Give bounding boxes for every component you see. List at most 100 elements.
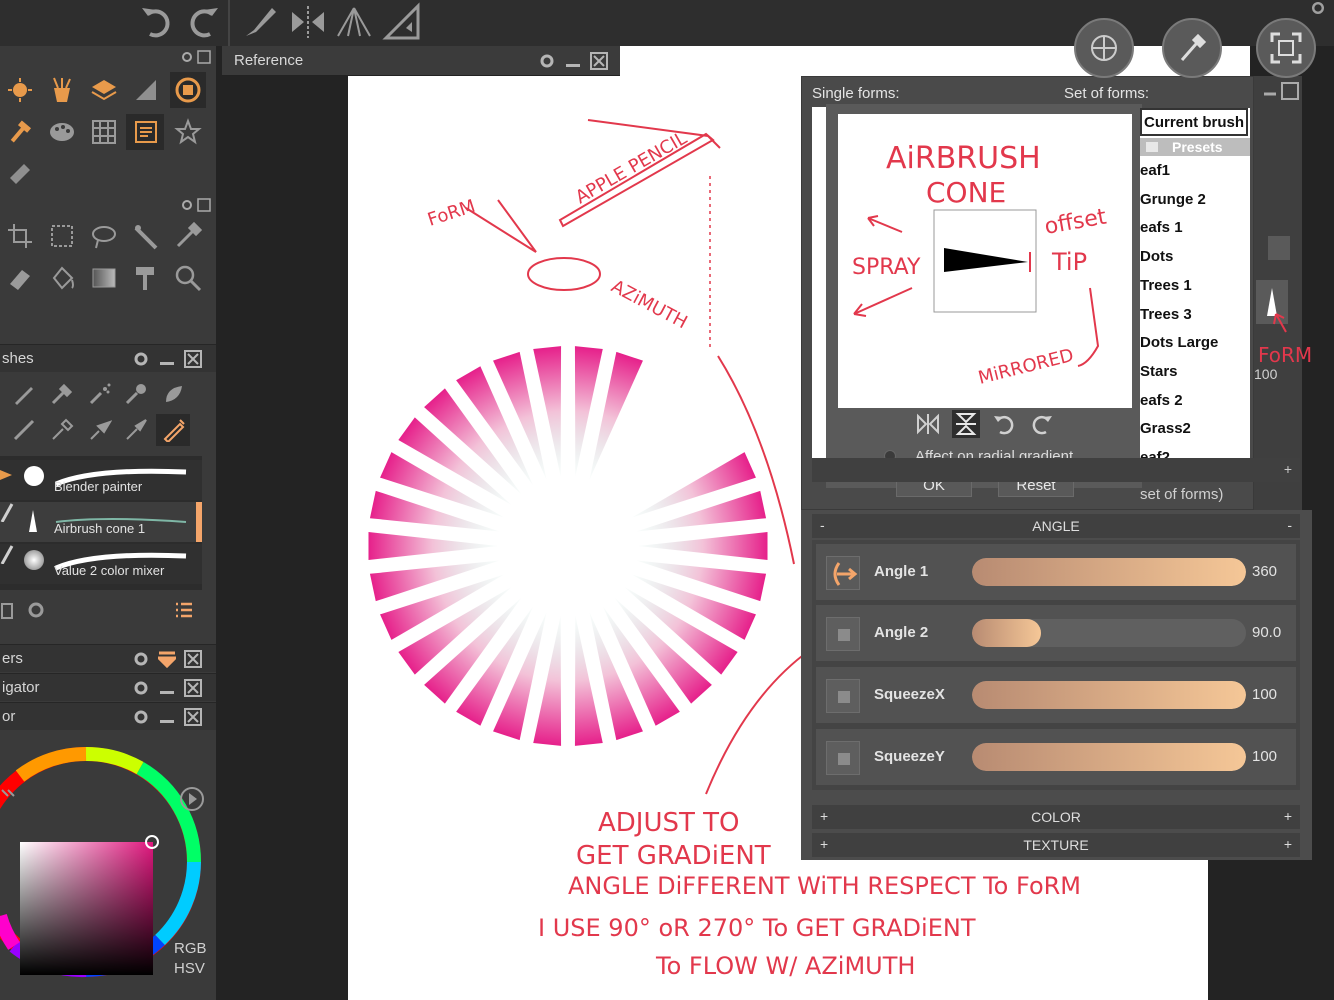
- folder-icon: [1146, 142, 1158, 152]
- perspective-icon[interactable]: [334, 2, 374, 42]
- flip-horizontal-icon[interactable]: [916, 412, 940, 436]
- angle2-checkbox[interactable]: [826, 617, 860, 651]
- stamp-icon[interactable]: [6, 160, 34, 188]
- magic-wand-icon[interactable]: [132, 222, 160, 250]
- rotate-cw-icon[interactable]: [992, 412, 1016, 436]
- close-icon[interactable]: [184, 650, 202, 668]
- collapse-icon[interactable]: [158, 650, 176, 668]
- rect-select-icon[interactable]: [48, 222, 76, 250]
- set-item[interactable]: Stars: [1140, 363, 1178, 380]
- fill-bucket-icon[interactable]: [48, 264, 76, 292]
- trash-icon[interactable]: [0, 600, 14, 620]
- brush-icon[interactable]: [240, 2, 280, 42]
- panel-controls-icon[interactable]: [1262, 82, 1300, 100]
- gear-icon[interactable]: [538, 52, 556, 70]
- close-icon[interactable]: [184, 708, 202, 726]
- main-tools-group: [0, 68, 216, 198]
- squeezex-checkbox[interactable]: [826, 679, 860, 713]
- pencil-brush-icon[interactable]: [12, 382, 36, 406]
- ink-brush-icon[interactable]: [12, 418, 36, 442]
- hsv-mode-label[interactable]: HSV: [174, 960, 205, 977]
- dropdown-arrows-icon[interactable]: [1268, 236, 1290, 260]
- color-picker-button[interactable]: [1162, 18, 1222, 78]
- eraser-icon[interactable]: [6, 264, 34, 292]
- squeezex-slider[interactable]: [972, 681, 1246, 709]
- set-item[interactable]: Dots: [1140, 248, 1173, 265]
- notes-icon[interactable]: [132, 118, 160, 146]
- minimize-icon[interactable]: [160, 691, 174, 694]
- rgb-mode-label[interactable]: RGB: [174, 940, 207, 957]
- undo-icon[interactable]: [136, 2, 176, 42]
- record-icon[interactable]: [174, 76, 202, 104]
- brush-item[interactable]: Value 2 color mixer: [0, 544, 202, 584]
- gear-icon[interactable]: [26, 600, 46, 620]
- squeezey-checkbox[interactable]: [826, 741, 860, 775]
- angle2-slider[interactable]: [972, 619, 1246, 647]
- angle-section-header[interactable]: - ANGLE -: [812, 514, 1300, 538]
- gear-icon[interactable]: [132, 350, 150, 368]
- single-forms-list[interactable]: [812, 107, 826, 479]
- angle1-slider[interactable]: [972, 558, 1246, 586]
- round-brush-icon[interactable]: [124, 418, 148, 442]
- layers-icon[interactable]: [90, 76, 118, 104]
- texture-section-header[interactable]: + TEXTURE +: [812, 833, 1300, 857]
- color-section-header[interactable]: + COLOR +: [812, 805, 1300, 829]
- set-item[interactable]: Trees 3: [1140, 306, 1192, 323]
- list-icon[interactable]: [174, 600, 194, 620]
- panel-controls-icon[interactable]: [180, 50, 212, 64]
- current-brush-item[interactable]: Current brush: [1140, 108, 1248, 136]
- paint-roller-icon[interactable]: [132, 264, 160, 292]
- grid-icon[interactable]: [90, 118, 118, 146]
- fan-brush-icon[interactable]: [88, 418, 112, 442]
- leaf-brush-icon[interactable]: [162, 382, 186, 406]
- gradient-tool-icon[interactable]: [90, 264, 118, 292]
- brushes-cup-icon[interactable]: [48, 76, 76, 104]
- close-icon[interactable]: [184, 679, 202, 697]
- angle1-direction-button[interactable]: [826, 556, 860, 590]
- minimize-icon[interactable]: [160, 362, 174, 365]
- hammer-icon[interactable]: [6, 118, 34, 146]
- brush-item[interactable]: Blender painter: [0, 460, 202, 500]
- transform-button[interactable]: [1074, 18, 1134, 78]
- spray-brush-icon[interactable]: [88, 382, 112, 406]
- hidden-section-bar[interactable]: +: [812, 458, 1300, 482]
- eyedropper-icon[interactable]: [174, 222, 202, 250]
- close-icon[interactable]: [590, 52, 608, 70]
- set-item[interactable]: Grass2: [1140, 420, 1191, 437]
- sun-brush-icon[interactable]: [6, 76, 34, 104]
- presets-header[interactable]: Presets: [1140, 138, 1250, 156]
- rotate-ccw-icon[interactable]: [1030, 412, 1054, 436]
- set-item[interactable]: Grunge 2: [1140, 191, 1206, 208]
- brush-list: Blender painter Airbrush cone 1 Value 2 …: [0, 456, 202, 590]
- symmetry-icon[interactable]: [288, 2, 328, 42]
- settings-gear-icon[interactable]: [1308, 0, 1328, 16]
- set-item[interactable]: Dots Large: [1140, 334, 1218, 351]
- redo-icon[interactable]: [184, 2, 224, 42]
- zoom-icon[interactable]: [174, 264, 202, 292]
- gear-icon[interactable]: [132, 650, 150, 668]
- ruler-icon[interactable]: [382, 2, 422, 42]
- minimize-icon[interactable]: [160, 720, 174, 723]
- flat-brush-icon[interactable]: [50, 418, 74, 442]
- minimize-icon[interactable]: [566, 64, 580, 67]
- set-item[interactable]: Trees 1: [1140, 277, 1192, 294]
- oil-brush-icon[interactable]: [50, 382, 74, 406]
- fullscreen-button[interactable]: [1256, 18, 1316, 78]
- gear-icon[interactable]: [132, 679, 150, 697]
- close-icon[interactable]: [184, 350, 202, 368]
- panel-controls-icon-2[interactable]: [180, 198, 212, 212]
- flip-vertical-icon[interactable]: [954, 412, 978, 436]
- star-icon[interactable]: [174, 118, 202, 146]
- airbrush-icon[interactable]: [162, 418, 186, 442]
- gradient-fill-icon[interactable]: [132, 76, 160, 104]
- brush-item-selected[interactable]: Airbrush cone 1: [0, 502, 202, 542]
- set-item[interactable]: eafs 1: [1140, 219, 1183, 236]
- squeezey-slider[interactable]: [972, 743, 1246, 771]
- palette-icon[interactable]: [48, 118, 76, 146]
- crop-icon[interactable]: [6, 222, 34, 250]
- marker-brush-icon[interactable]: [124, 382, 148, 406]
- set-item[interactable]: eafs 2: [1140, 392, 1183, 409]
- lasso-icon[interactable]: [90, 222, 118, 250]
- gear-icon[interactable]: [132, 708, 150, 726]
- set-item[interactable]: eaf1: [1140, 162, 1170, 179]
